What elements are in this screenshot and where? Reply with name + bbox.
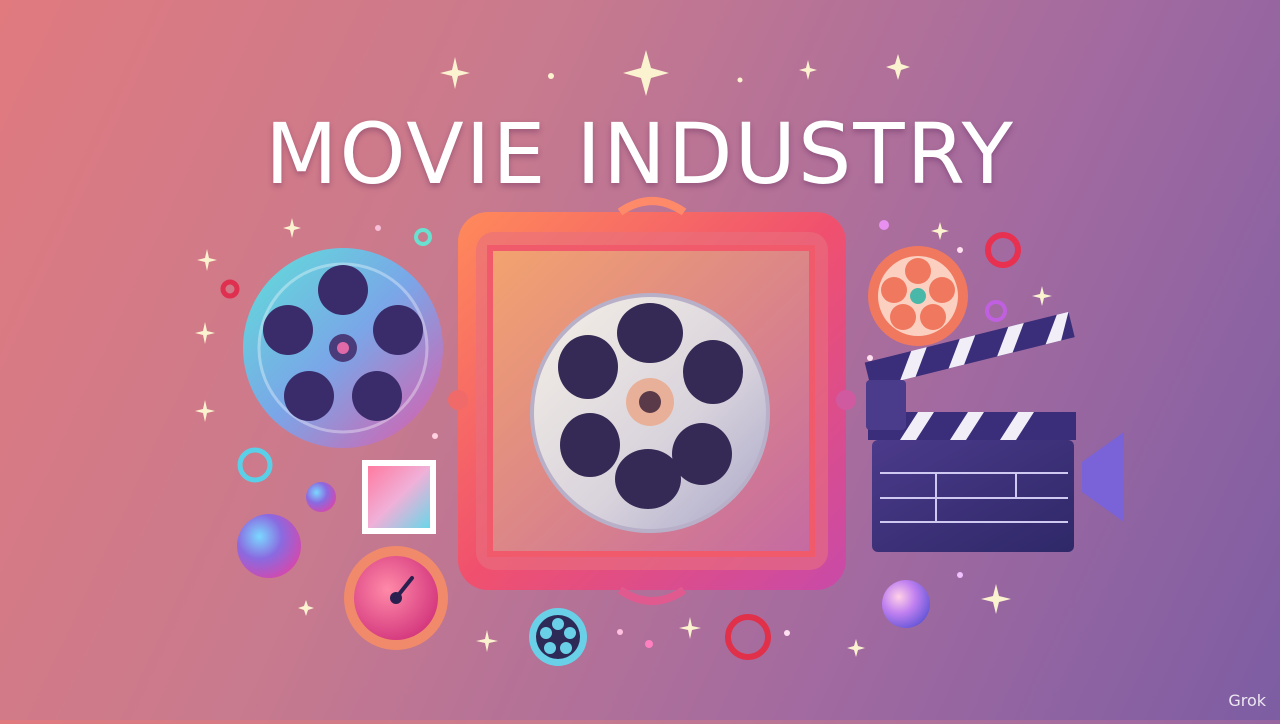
- dial-knob-icon: [344, 546, 448, 650]
- page-title: MOVIE INDUSTRY: [265, 105, 1015, 203]
- watermark: Grok: [1228, 691, 1266, 710]
- film-reel-center-icon: [530, 293, 770, 533]
- film-reel-small-icon: [868, 246, 968, 346]
- film-reel-bottom-icon: [529, 608, 587, 666]
- holographic-tile: [362, 460, 436, 534]
- clapperboard-icon: [864, 311, 1124, 552]
- film-reel-left-icon: [243, 248, 443, 448]
